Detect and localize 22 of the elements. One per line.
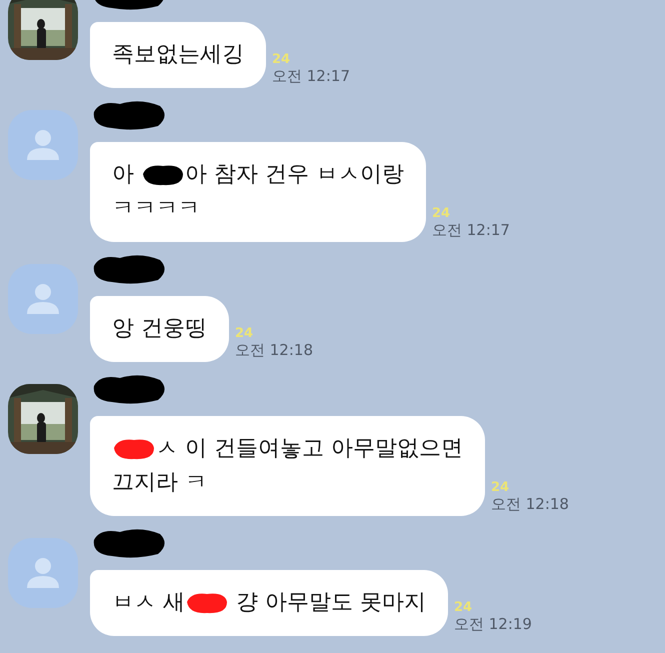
unread-count: 24 [454, 600, 474, 615]
default-avatar-icon[interactable] [8, 110, 78, 180]
message-text: 걍 아무말도 못마지 [234, 589, 426, 617]
message-text: 앙 건웅띵 [112, 315, 207, 343]
message-text: ㅋㅋㅋㅋ [112, 195, 200, 223]
message-text: 아 참자 건우 ㅂㅅ이랑 [185, 161, 404, 189]
message-time: 오전 12:19 [454, 615, 532, 634]
default-avatar-icon[interactable] [8, 538, 78, 608]
unread-count: 24 [490, 480, 510, 495]
unread-count: 24 [432, 206, 452, 221]
default-avatar-icon[interactable] [8, 264, 78, 334]
message-text: ㅂㅅ 새 [112, 589, 185, 617]
message-time: 오전 12:18 [490, 495, 569, 514]
unread-count: 24 [235, 326, 254, 341]
message-text: 족보없는세깅 [112, 41, 244, 69]
unread-count: 24 [272, 52, 292, 67]
message-time: 오전 12:18 [235, 341, 313, 360]
message-text: 아 [112, 161, 135, 189]
message-time: 오전 12:17 [272, 67, 350, 86]
message-text: ㅅ 이 건들여놓고 아무말없으면 [156, 435, 463, 463]
message-time: 오전 12:17 [432, 221, 510, 240]
message-text: 끄지라 ㅋ [112, 469, 207, 497]
